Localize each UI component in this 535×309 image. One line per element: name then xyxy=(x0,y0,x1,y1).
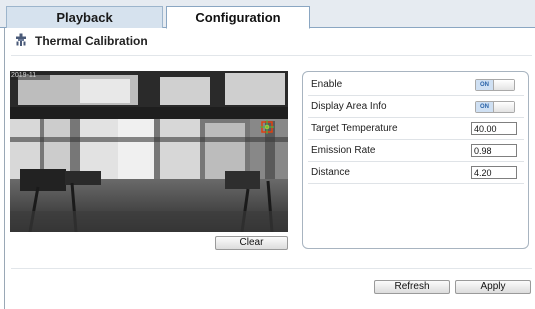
distance-row: Distance xyxy=(308,162,524,184)
toggle-knob xyxy=(494,80,514,90)
clear-button[interactable]: Clear xyxy=(215,236,288,250)
tab-playback[interactable]: Playback xyxy=(6,6,163,28)
divider xyxy=(11,55,532,56)
display-area-info-row: Display Area Info ON xyxy=(308,96,524,118)
video-timestamp: 2019-11 xyxy=(11,72,37,79)
calibration-marker-icon[interactable] xyxy=(260,120,274,139)
display-area-info-toggle[interactable]: ON xyxy=(475,101,515,113)
enable-toggle[interactable]: ON xyxy=(475,79,515,91)
emission-rate-input[interactable] xyxy=(471,144,517,157)
page-title: Thermal Calibration xyxy=(35,34,148,48)
thermometer-icon xyxy=(15,33,35,49)
distance-input[interactable] xyxy=(471,166,517,179)
divider xyxy=(11,268,532,269)
display-area-info-label: Display Area Info xyxy=(311,101,387,112)
refresh-button[interactable]: Refresh xyxy=(374,280,450,294)
display-area-info-toggle-state: ON xyxy=(476,102,494,112)
enable-label: Enable xyxy=(311,79,343,90)
section-header: Thermal Calibration xyxy=(15,31,148,51)
distance-label: Distance xyxy=(311,167,350,178)
main-content: Thermal Calibration 2019-11 Clear Enable… xyxy=(4,28,535,309)
target-temperature-input[interactable] xyxy=(471,122,517,135)
toggle-knob xyxy=(494,102,514,112)
thermal-scene-image xyxy=(10,71,288,232)
tab-bar: Playback Configuration xyxy=(0,0,535,29)
apply-button[interactable]: Apply xyxy=(455,280,531,294)
target-temperature-label: Target Temperature xyxy=(311,123,398,134)
enable-toggle-state: ON xyxy=(476,80,494,90)
enable-row: Enable ON xyxy=(308,74,524,96)
tab-configuration[interactable]: Configuration xyxy=(166,6,310,29)
target-temperature-row: Target Temperature xyxy=(308,118,524,140)
thermal-video-view[interactable]: 2019-11 xyxy=(10,71,288,232)
emission-rate-row: Emission Rate xyxy=(308,140,524,162)
settings-panel: Enable ON Display Area Info ON Target Te… xyxy=(302,71,529,249)
emission-rate-label: Emission Rate xyxy=(311,145,376,156)
